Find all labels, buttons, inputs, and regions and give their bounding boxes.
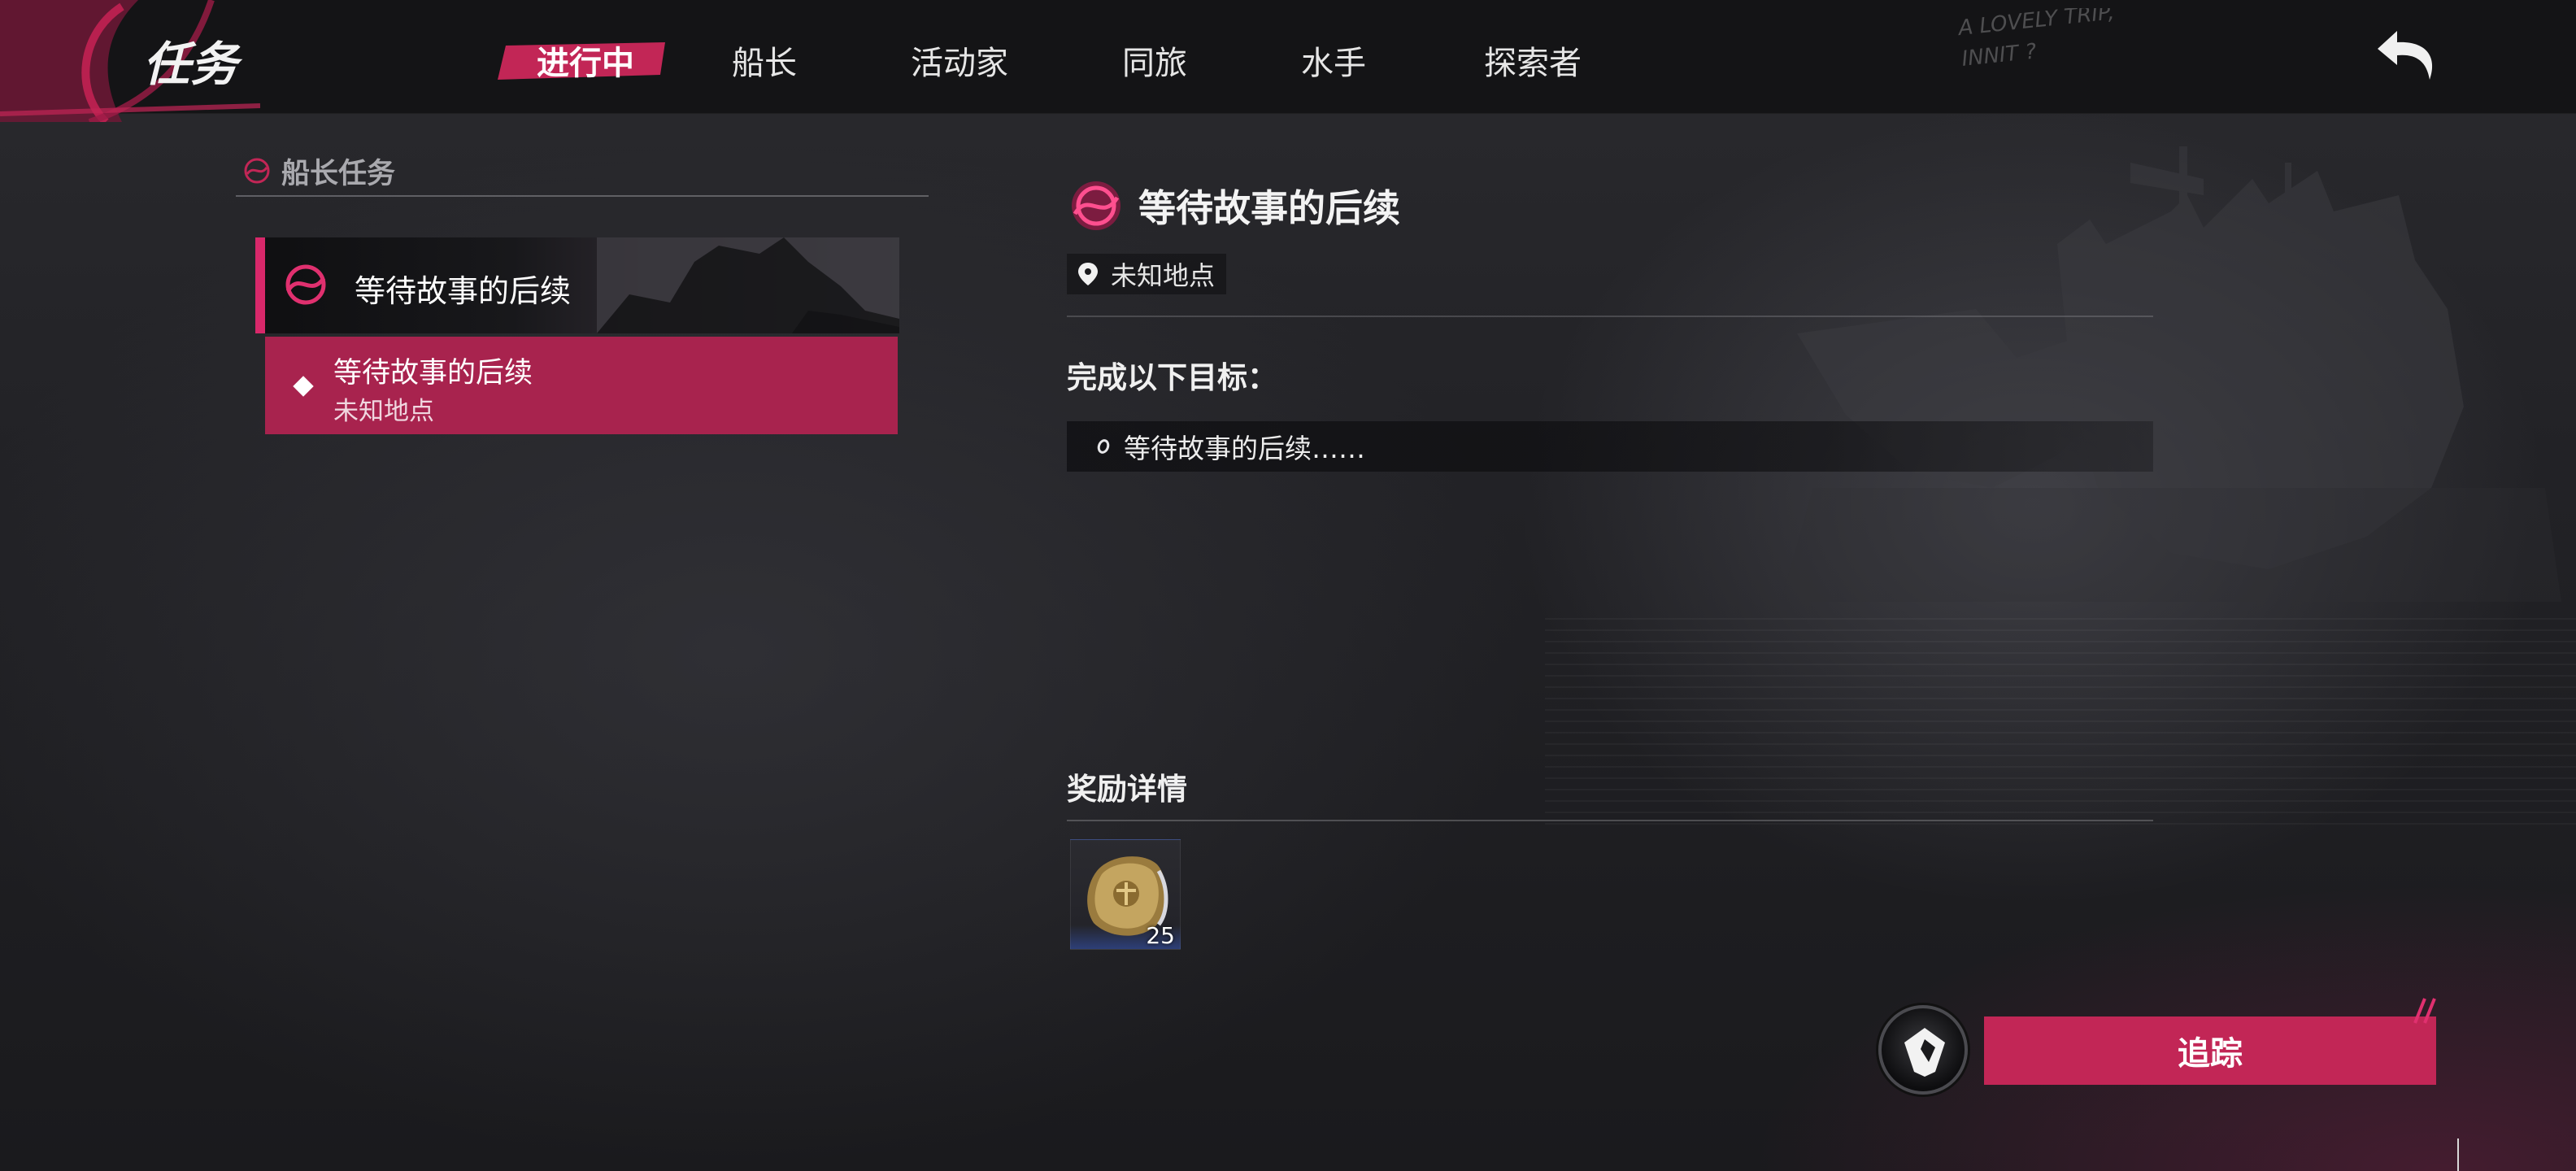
- objective-text: 等待故事的后续……: [1124, 433, 1365, 464]
- tab-companion[interactable]: 同旅: [1057, 31, 1252, 89]
- location-badge: 未知地点: [1067, 254, 1227, 294]
- tab-activist[interactable]: 活动家: [862, 31, 1057, 89]
- divider: [1067, 316, 2153, 317]
- objectives-heading: 完成以下目标：: [1067, 360, 1277, 395]
- sub-item-title: 等待故事的后续: [333, 357, 533, 390]
- button-slash-decoration: [2413, 998, 2436, 1024]
- selection-accent-bar: [255, 237, 265, 333]
- graffiti-scrawl: A LOVELY TRIP, INNIT ?: [1956, 8, 2116, 72]
- edge-marker: [2457, 1138, 2459, 1171]
- svg-text:A LOVELY TRIP,: A LOVELY TRIP,: [1956, 8, 2116, 41]
- tab-label: 同旅: [1122, 45, 1187, 82]
- captain-emblem-icon: [285, 264, 326, 305]
- quest-item-art: [597, 237, 899, 333]
- tab-label: 活动家: [911, 45, 1008, 82]
- rewards-heading: 奖励详情: [1067, 772, 1187, 807]
- map-pin-icon: [1078, 263, 1098, 285]
- quest-sub-item[interactable]: 等待故事的后续 未知地点: [265, 337, 898, 434]
- tab-captain[interactable]: 船长: [667, 31, 862, 89]
- category-title: 船长任务: [281, 157, 396, 190]
- tab-bar: 进行中 船长 活动家 同旅 水手 探索者: [498, 31, 1651, 89]
- svg-text:INNIT ?: INNIT ?: [1960, 39, 2038, 71]
- quest-list-panel: 船长任务 等待故事的后续 等待故事的后续 未知地点: [236, 146, 929, 434]
- captain-emblem-icon: [1072, 181, 1120, 230]
- objective-row: 等待故事的后续……: [1067, 421, 2153, 472]
- tab-label: 水手: [1301, 45, 1366, 82]
- reward-count: 25: [1146, 922, 1175, 949]
- tab-label: 进行中: [537, 45, 634, 82]
- divider: [1067, 820, 2153, 821]
- top-bar: 任务 进行中 船长 活动家 同旅 水手 探索者 A LOVELY TRIP, I…: [0, 0, 2576, 122]
- map-location-button[interactable]: [1878, 1005, 1968, 1095]
- tab-label: 船长: [732, 45, 797, 82]
- map-location-icon: [1904, 1028, 1945, 1077]
- tab-sailor[interactable]: 水手: [1252, 31, 1415, 89]
- category-header: 船长任务: [236, 146, 929, 197]
- back-arrow-icon[interactable]: [2373, 24, 2441, 86]
- captain-emblem-icon: [244, 158, 270, 184]
- reward-item[interactable]: 25: [1070, 839, 1181, 950]
- page-title: 任务: [143, 37, 238, 92]
- tab-explorer[interactable]: 探索者: [1415, 31, 1651, 89]
- location-text: 未知地点: [1111, 260, 1216, 291]
- detail-header: 等待故事的后续: [1067, 171, 2153, 241]
- track-button[interactable]: 追踪: [1984, 1016, 2436, 1085]
- quest-item-selected[interactable]: 等待故事的后续: [255, 237, 899, 333]
- tab-label: 探索者: [1484, 45, 1582, 82]
- tab-in-progress[interactable]: 进行中: [498, 31, 667, 89]
- water-reflection: [1545, 618, 2576, 829]
- sub-item-location: 未知地点: [333, 397, 434, 426]
- detail-title: 等待故事的后续: [1138, 186, 1400, 230]
- diamond-bullet-icon: [293, 376, 314, 397]
- objective-bullet-icon: [1095, 437, 1112, 455]
- quest-detail-panel: 等待故事的后续 未知地点 完成以下目标： 等待故事的后续…… 奖励详情 25: [1067, 171, 2153, 950]
- quest-screen: { "header": { "title": "任务", "tabs": [ {…: [0, 0, 2576, 1171]
- track-button-label: 追踪: [2178, 1035, 2243, 1073]
- quest-item-title: 等待故事的后续: [355, 273, 572, 309]
